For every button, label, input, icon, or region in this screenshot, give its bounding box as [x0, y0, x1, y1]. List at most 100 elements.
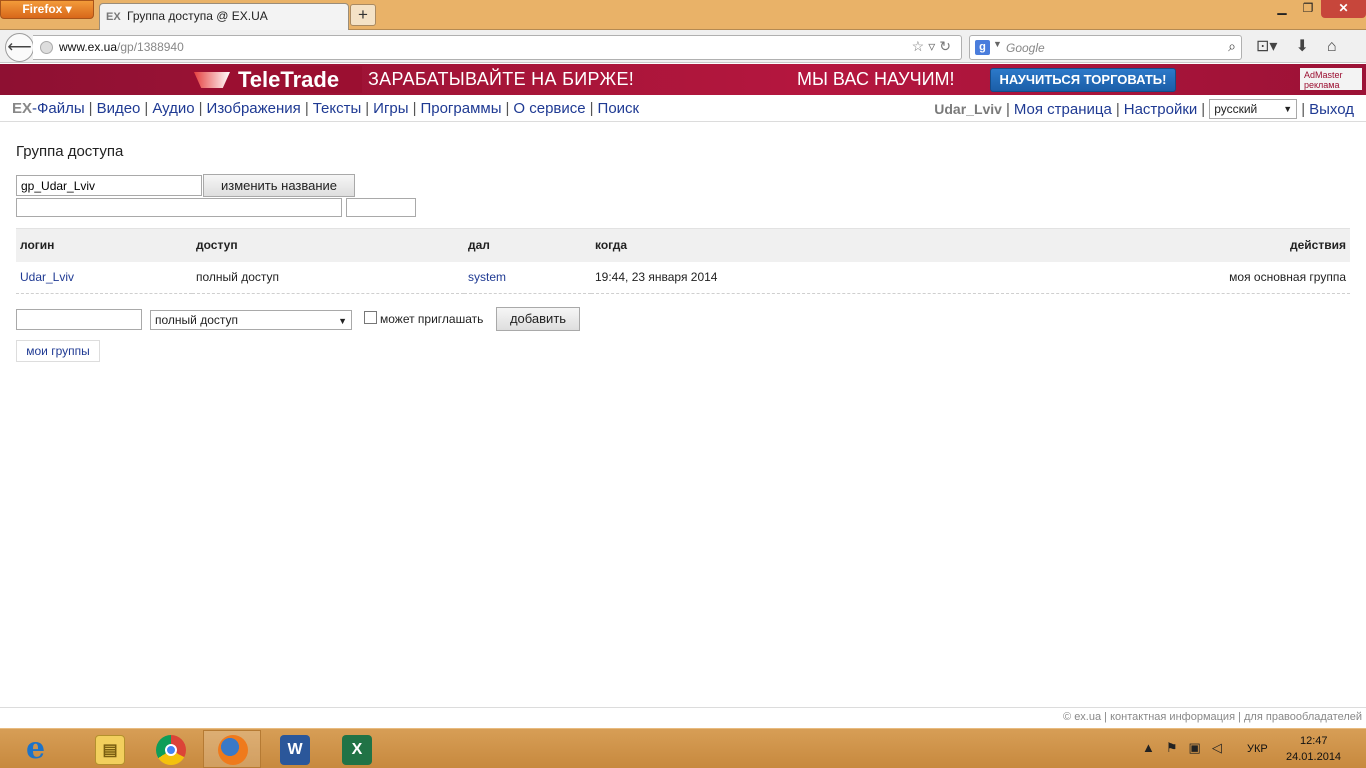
my-page-link[interactable]: Моя страница [1014, 101, 1112, 118]
home-icon[interactable]: ⌂ [1327, 38, 1337, 56]
add-button[interactable]: добавить [496, 307, 580, 331]
reload-icon[interactable]: ↻ [939, 38, 955, 54]
language-select[interactable]: русский ▼ [1209, 99, 1298, 119]
footer-rights[interactable]: для правообладателей [1244, 711, 1362, 723]
firefox-taskbar-button[interactable] [203, 730, 261, 768]
engine-dropdown-icon[interactable]: ▼ [993, 39, 1002, 49]
excel-taskbar-button[interactable]: X [327, 730, 385, 768]
ie-icon[interactable]: e [20, 733, 66, 765]
user-nav: Udar_Lviv | Моя страница | Настройки | русский… [934, 99, 1354, 120]
nav-texts[interactable]: Тексты [313, 100, 362, 117]
admaster-badge[interactable]: AdMaster реклама [1300, 68, 1362, 90]
search-placeholder[interactable]: Google [1006, 41, 1045, 55]
admaster-line2: реклама [1304, 80, 1340, 90]
access-level-value: полный доступ [155, 313, 239, 327]
ad-banner[interactable]: TeleTrade ЗАРАБАТЫВАЙТЕ НА БИРЖЕ! МЫ ВАС… [0, 64, 1366, 95]
firefox-menu-button[interactable]: Firefox ▾ [0, 0, 94, 19]
browser-tab[interactable]: EX Группа доступа @ EX.UA [99, 3, 349, 30]
table-row: Udar_Lviv полный доступ system 19:44, 23… [16, 261, 1350, 294]
url-text[interactable]: www.ex.ua/gp/1388940 [59, 40, 184, 54]
restore-icon[interactable]: ❐ [1295, 0, 1321, 18]
nav-audio[interactable]: Аудио [152, 100, 194, 117]
url-bar-icons: ☆▿↻ [912, 38, 955, 55]
ex-logo[interactable]: EX [12, 100, 32, 117]
footer-contact[interactable]: контактная информация [1110, 711, 1235, 723]
browser-nav-bar: ⟵ www.ex.ua/gp/1388940 ☆▿↻ g ▼ Google ⌕ … [0, 30, 1366, 63]
can-invite-label[interactable]: может приглашать [380, 312, 483, 326]
bookmarks-icon[interactable]: ⊡▾ [1256, 36, 1277, 56]
member-gave-link[interactable]: system [468, 270, 506, 284]
nav-separator: | [1115, 100, 1120, 118]
chrome-icon [156, 735, 186, 765]
settings-link[interactable]: Настройки [1124, 101, 1198, 118]
nav-files[interactable]: -Файлы [32, 100, 85, 117]
column-actions: действия [991, 228, 1350, 262]
chrome-taskbar-button[interactable] [141, 730, 199, 768]
firefox-menu-label: Firefox [22, 2, 63, 16]
members-table: логин доступ дал когда действия Udar_Lvi… [16, 228, 1350, 294]
teletrade-logo[interactable]: TeleTrade [190, 66, 362, 93]
nav-video[interactable]: Видео [97, 100, 141, 117]
table-header-row: логин доступ дал когда действия [16, 228, 1350, 262]
clock-date[interactable]: 24.01.2014 [1286, 751, 1341, 763]
admaster-line1: AdMaster [1304, 70, 1343, 80]
teletrade-mark-icon [194, 72, 230, 88]
new-tab-button[interactable]: + [350, 4, 376, 26]
column-login: логин [16, 228, 192, 262]
minimize-icon[interactable]: ▁ [1269, 0, 1295, 18]
banner-cta-button[interactable]: НАУЧИТЬСЯ ТОРГОВАТЬ! [990, 68, 1176, 92]
logout-link[interactable]: Выход [1309, 101, 1354, 118]
secondary-input[interactable] [16, 198, 342, 217]
url-host: www.ex.ua [59, 40, 118, 54]
bookmark-star-icon[interactable]: ☆ [912, 38, 929, 54]
access-level-select[interactable]: полный доступ ▼ [150, 310, 352, 330]
site-favicon-icon: EX [106, 11, 121, 23]
nav-separator: | [412, 100, 417, 117]
search-icon[interactable]: ⌕ [1228, 38, 1236, 55]
nav-separator: | [365, 100, 370, 117]
nav-separator: | [198, 100, 203, 117]
input-language[interactable]: УКР [1247, 743, 1268, 755]
address-bar[interactable]: www.ex.ua/gp/1388940 ☆▿↻ [33, 35, 962, 60]
site-nav: EX-Файлы | Видео | Аудио | Изображения | Тексты |… [0, 95, 1366, 122]
username[interactable]: Udar_Lviv [934, 101, 1002, 117]
can-invite-checkbox[interactable] [364, 311, 377, 324]
close-icon[interactable]: ✕ [1321, 0, 1366, 18]
tab-title: Группа доступа @ EX.UA [127, 9, 268, 23]
nav-images[interactable]: Изображения [207, 100, 301, 117]
rename-button[interactable]: изменить название [203, 174, 355, 197]
browser-tab-bar: Firefox ▾ EX Группа доступа @ EX.UA + ▁ ❐… [0, 0, 1366, 30]
nav-search[interactable]: Поиск [598, 100, 640, 117]
folder-icon: ▤ [95, 735, 125, 765]
firefox-icon [218, 735, 248, 765]
tertiary-input[interactable] [346, 198, 416, 217]
google-logo-icon[interactable]: g [975, 40, 990, 55]
back-arrow-icon[interactable]: ⟵ [5, 33, 34, 62]
nav-games[interactable]: Игры [373, 100, 408, 117]
nav-programs[interactable]: Программы [420, 100, 501, 117]
member-login-link[interactable]: Udar_Lviv [20, 270, 74, 284]
group-name-input[interactable] [16, 175, 202, 196]
my-groups-button[interactable]: мои группы [16, 340, 100, 362]
search-box[interactable]: g ▼ Google ⌕ [969, 35, 1242, 60]
footer-links: © ex.ua | контактная информация | для пр… [1063, 711, 1362, 723]
dropdown-arrow-icon[interactable]: ▿ [928, 38, 939, 54]
add-login-input[interactable] [16, 309, 142, 330]
action-center-flag-icon[interactable]: ⚑ [1166, 740, 1189, 755]
clock-time[interactable]: 12:47 [1300, 735, 1328, 747]
explorer-taskbar-button[interactable]: ▤ [80, 730, 138, 768]
word-icon: W [280, 735, 310, 765]
word-taskbar-button[interactable]: W [265, 730, 323, 768]
nav-separator: | [304, 100, 309, 117]
globe-icon [40, 41, 53, 54]
network-icon[interactable]: ▣ [1189, 740, 1212, 755]
volume-icon[interactable]: ◁ [1212, 740, 1233, 755]
column-when: когда [591, 228, 991, 262]
download-icon[interactable]: ⬇ [1295, 36, 1308, 56]
member-access: полный доступ [192, 261, 464, 294]
site-nav-links: EX-Файлы | Видео | Аудио | Изображения | Тексты |… [12, 100, 639, 117]
show-hidden-icon[interactable]: ▲ [1142, 740, 1166, 755]
nav-about[interactable]: О сервисе [513, 100, 585, 117]
footer-copyright[interactable]: © ex.ua [1063, 711, 1101, 723]
toolbar-icons: ⊡▾ ⬇ ⌂ [1256, 36, 1355, 56]
